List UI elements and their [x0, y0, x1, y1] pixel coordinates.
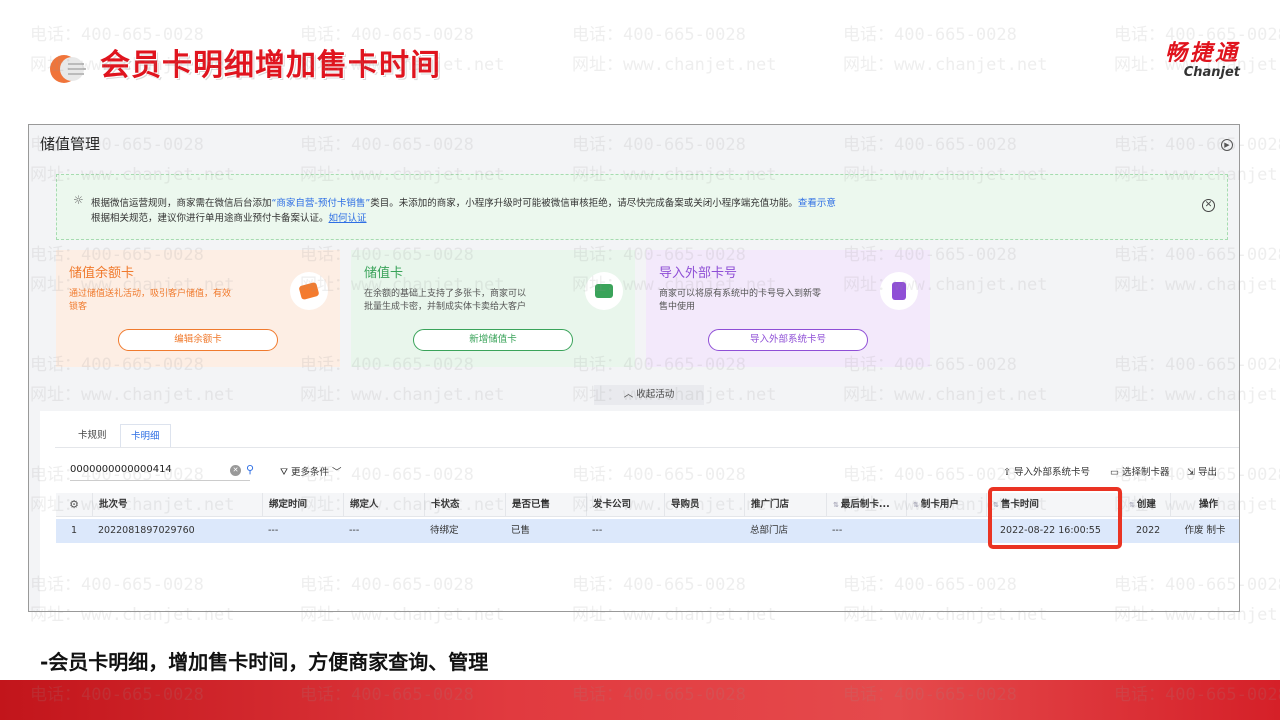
card-icon [585, 272, 623, 310]
edit-balance-card-button[interactable]: 编辑余额卡 [118, 329, 278, 351]
card-title: 储值余额卡 [69, 266, 135, 281]
col-guide[interactable]: 导购员 [664, 493, 744, 517]
cell-sold: 已售 [511, 525, 531, 536]
import-icon: ⇪ [1003, 467, 1014, 478]
col-maker[interactable]: ⇅ 制卡用户 [906, 493, 986, 517]
chevron-up-icon: ︿ [623, 389, 637, 400]
sort-icon: ⇅ [833, 501, 839, 509]
watermark-phone: 电话：400-665-0028 [843, 25, 1017, 45]
cell-guide [664, 519, 744, 543]
sort-icon: ⇅ [913, 501, 919, 509]
export-icon: ⇲ [1187, 467, 1198, 478]
search-input[interactable]: 0000000000000414 ✕ ⚲ [70, 461, 254, 481]
notice-line-1: 根据微信运营规则，商家需在微信后台添加“商家自营-预付卡销售”类目。未添加的商家… [91, 198, 836, 209]
filter-icon: ⛛ [280, 467, 291, 478]
more-filter-button[interactable]: ⛛ 更多条件 ﹀ [280, 464, 342, 478]
device-icon: ▭ [1110, 467, 1122, 478]
card-desc: 在余额的基础上支持了多张卡，商家可以批量生成卡密，并制成实体卡卖给大客户 [364, 289, 527, 312]
sale-time-highlight [988, 487, 1122, 549]
slide-title: 会员卡明细增加售卡时间 [100, 48, 441, 83]
how-to-certify-link[interactable]: 如何认证 [329, 213, 367, 224]
card-title: 储值卡 [364, 266, 404, 281]
cell-status: 待绑定 [430, 525, 459, 536]
col-last-make[interactable]: ⇅ 最后制卡... [826, 493, 906, 517]
play-icon[interactable]: ▶ [1221, 139, 1233, 151]
row-index: 1 [70, 525, 78, 536]
col-store[interactable]: 推广门店 [744, 493, 826, 517]
watermark-phone: 电话：400-665-0028 [572, 25, 746, 45]
import-external-button[interactable]: ⇪ 导入外部系统卡号 [1003, 464, 1090, 478]
cell-issuer: --- [592, 525, 603, 536]
watermark-site: 网址：www.chanjet.net [843, 55, 1048, 75]
col-issuer[interactable]: 发卡公司 [586, 493, 664, 517]
card-desc: 商家可以将原有系统中的卡号导入到新零售中使用 [659, 289, 822, 312]
tab-divider [55, 447, 1239, 448]
cell-batch: 2022081897029760 [98, 525, 195, 536]
tab-card-rules[interactable]: 卡规则 [68, 424, 117, 448]
col-status[interactable]: 卡状态 [424, 493, 505, 517]
col-ops: 操作 [1170, 493, 1239, 517]
slide-logo-icon [50, 55, 86, 83]
col-sold[interactable]: 是否已售 [505, 493, 586, 517]
column-settings-icon[interactable]: ⚙ [56, 493, 92, 517]
brand-name-en: Chanjet [1183, 65, 1240, 80]
col-bind-user[interactable]: 绑定人 [343, 493, 424, 517]
card-stored-value: 储值卡 在余额的基础上支持了多张卡，商家可以批量生成卡密，并制成实体卡卖给大客户… [351, 250, 635, 367]
card-title: 导入外部卡号 [659, 266, 738, 281]
collapse-activities-button[interactable]: ︿ 收起活动 [594, 385, 704, 405]
card-import-external: 导入外部卡号 商家可以将原有系统中的卡号导入到新零售中使用 导入外部系统卡号 [646, 250, 930, 367]
footer-bar [0, 680, 1280, 720]
card-desc: 通过储值送礼活动，吸引客户储值，有效锁客 [69, 289, 232, 312]
col-bind-time[interactable]: 绑定时间 [262, 493, 343, 517]
cell-maker [906, 519, 986, 543]
wallet-icon [290, 272, 328, 310]
import-icon [880, 272, 918, 310]
category-highlight: “商家自营-预付卡销售” [271, 198, 371, 209]
view-example-link[interactable]: 查看示意 [798, 198, 836, 209]
col-batch[interactable]: 批次号 [92, 493, 262, 517]
export-button[interactable]: ⇲ 导出 [1187, 464, 1217, 478]
col-created[interactable]: ⇅ 创建 [1122, 493, 1170, 517]
brand-name-cn: 畅捷通 [1164, 41, 1240, 66]
chevron-down-icon: ﹀ [329, 467, 342, 478]
slide-caption: -会员卡明细，增加售卡时间，方便商家查询、管理 [40, 650, 489, 674]
search-icon[interactable]: ⚲ [246, 463, 254, 476]
select-maker-button[interactable]: ▭ 选择制卡器 [1110, 464, 1170, 478]
notice-line-2: 根据相关规范，建议你进行单用途商业预付卡备案认证。如何认证 [91, 213, 367, 224]
sort-icon: ⇅ [1129, 501, 1135, 509]
search-value: 0000000000000414 [70, 464, 172, 475]
lightbulb-icon: ☼ [73, 193, 84, 207]
add-stored-card-button[interactable]: 新增储值卡 [413, 329, 573, 351]
page-title: 储值管理 [40, 135, 101, 153]
cell-bind-time: --- [268, 525, 279, 536]
close-icon[interactable]: ✕ [1202, 199, 1215, 212]
notice-banner: ☼ 根据微信运营规则，商家需在微信后台添加“商家自营-预付卡销售”类目。未添加的… [56, 174, 1228, 240]
import-external-card-button[interactable]: 导入外部系统卡号 [708, 329, 868, 351]
cell-store: 总部门店 [750, 525, 789, 536]
card-balance: 储值余额卡 通过储值送礼活动，吸引客户储值，有效锁客 编辑余额卡 [56, 250, 340, 367]
cell-last-make: --- [832, 525, 843, 536]
watermark-site: 网址：www.chanjet.net [572, 55, 777, 75]
cell-created: 2022 [1136, 525, 1161, 536]
clear-icon[interactable]: ✕ [230, 465, 241, 476]
row-actions[interactable]: 作废 制卡 [1170, 519, 1239, 543]
tab-card-detail[interactable]: 卡明细 [120, 424, 171, 448]
cell-bind-user: --- [349, 525, 360, 536]
brand-logo: 畅捷通 Chanjet [1165, 42, 1240, 80]
